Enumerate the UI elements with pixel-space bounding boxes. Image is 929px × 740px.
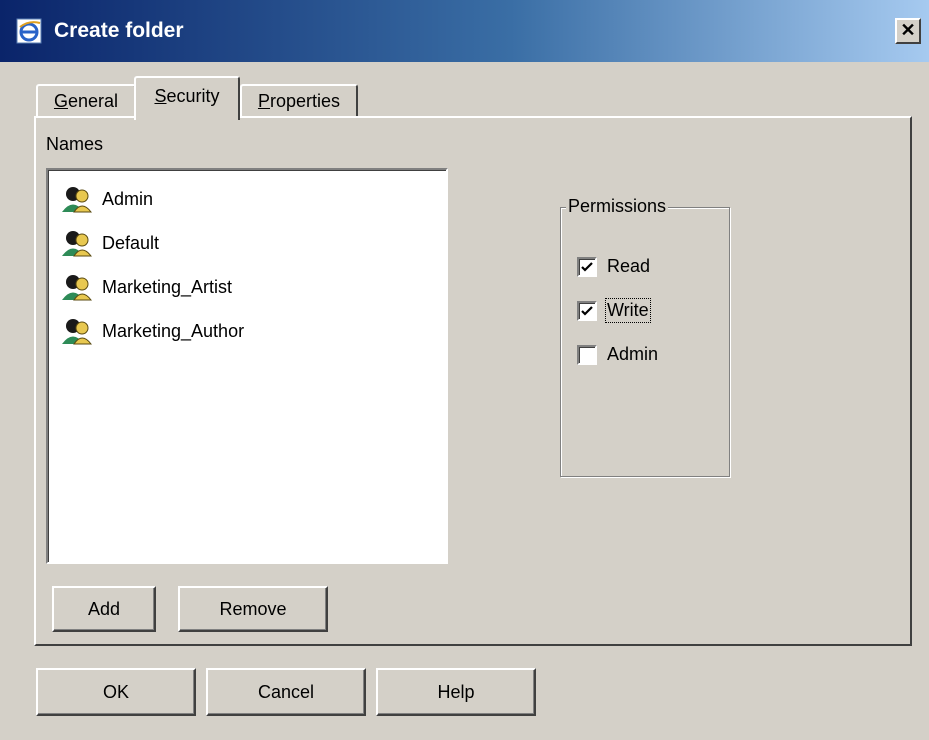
admin-label: Admin [607,344,659,364]
help-button[interactable]: Help [376,668,536,716]
close-button[interactable]: ✕ [895,18,921,44]
names-listbox[interactable]: Admin Default Marketing_Artist Marketing… [46,168,448,564]
permission-read[interactable]: Read [577,256,650,277]
list-item[interactable]: Marketing_Author [60,316,244,346]
cancel-button[interactable]: Cancel [206,668,366,716]
remove-button[interactable]: Remove [178,586,328,632]
checkmark-icon [581,305,593,316]
list-item[interactable]: Marketing_Artist [60,272,232,302]
list-item[interactable]: Admin [60,184,153,214]
user-group-icon [62,187,93,213]
user-group-icon [62,319,93,345]
names-label: Names [46,134,104,154]
add-button[interactable]: Add [52,586,156,632]
tab-general-mnemonic: G [53,91,68,111]
tab-properties-mnemonic: P [257,91,270,111]
tab-general[interactable]: General [36,84,136,118]
tab-properties-label: roperties [269,91,341,111]
ie-app-icon [16,18,42,44]
list-item[interactable]: Default [60,228,159,258]
tab-security-mnemonic: S [154,86,167,106]
tab-security[interactable]: Security [134,76,240,124]
write-label: Write [605,298,651,323]
list-item-label: Admin [102,188,154,209]
user-group-icon [62,231,93,257]
user-group-icon [62,275,93,301]
list-item-label: Marketing_Artist [102,276,233,297]
tab-general-label: eneral [67,91,119,111]
permission-write[interactable]: Write [577,298,651,323]
permission-admin[interactable]: Admin [577,344,658,365]
close-icon: ✕ [900,20,916,40]
list-item-label: Marketing_Author [102,320,245,341]
list-item-label: Default [102,232,160,253]
read-label: Read [607,256,651,276]
ok-button[interactable]: OK [36,668,196,716]
tab-security-label: ecurity [166,86,220,106]
create-folder-dialog: Create folder ✕ General Security Propert… [0,0,929,740]
window-title: Create folder [54,19,184,42]
title-bar[interactable]: Create folder ✕ [0,0,929,62]
permissions-legend: Permissions [566,196,669,217]
checkmark-icon [581,261,593,272]
permissions-group [560,207,730,477]
tab-properties[interactable]: Properties [240,84,358,118]
write-checkbox[interactable] [577,300,597,321]
admin-checkbox[interactable] [577,344,597,365]
read-checkbox[interactable] [577,256,597,277]
